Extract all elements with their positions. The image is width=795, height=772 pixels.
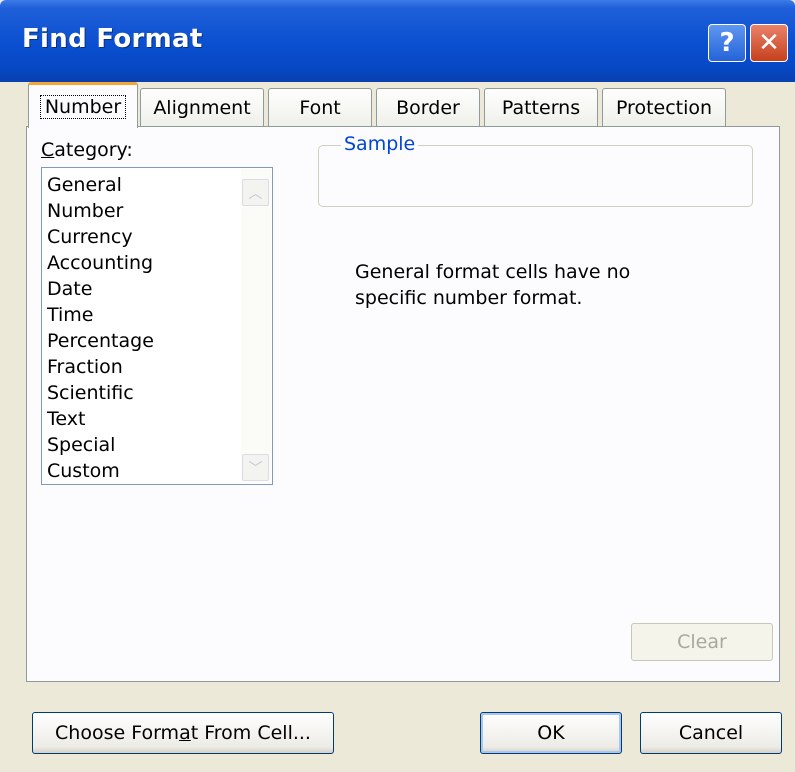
close-icon: ✕ bbox=[758, 28, 780, 58]
list-item[interactable]: Fraction bbox=[47, 354, 154, 380]
format-description: General format cells have no specific nu… bbox=[355, 261, 631, 309]
list-item[interactable]: Date bbox=[47, 276, 154, 302]
category-scrollbar[interactable]: ︿ ﹀ bbox=[241, 169, 271, 483]
help-icon: ? bbox=[719, 28, 735, 58]
tab-alignment[interactable]: Alignment bbox=[140, 88, 264, 126]
sample-label: Sample bbox=[341, 133, 419, 155]
list-item[interactable]: Custom bbox=[47, 458, 154, 484]
clear-button[interactable]: Clear bbox=[631, 623, 773, 661]
tab-label: Number bbox=[39, 94, 127, 119]
choose-format-from-cell-button[interactable]: Choose Format From Cell... bbox=[32, 712, 334, 754]
list-item[interactable]: Currency bbox=[47, 224, 154, 250]
help-button[interactable]: ? bbox=[708, 24, 746, 62]
chevron-up-icon: ︿ bbox=[248, 185, 263, 202]
window-title: Find Format bbox=[22, 24, 203, 54]
list-item[interactable]: Accounting bbox=[47, 250, 154, 276]
scroll-up-button[interactable]: ︿ bbox=[242, 179, 269, 206]
list-item[interactable]: Scientific bbox=[47, 380, 154, 406]
category-listbox[interactable]: General Number Currency Accounting Date … bbox=[41, 167, 273, 485]
tab-number[interactable]: Number bbox=[28, 82, 138, 128]
chevron-down-icon: ﹀ bbox=[248, 460, 263, 477]
button-label: Choose Format From Cell... bbox=[55, 722, 311, 744]
ok-button[interactable]: OK bbox=[480, 712, 622, 754]
tab-label: Alignment bbox=[153, 96, 251, 119]
close-button[interactable]: ✕ bbox=[750, 24, 788, 62]
category-list: General Number Currency Accounting Date … bbox=[47, 172, 154, 484]
list-item[interactable]: Number bbox=[47, 198, 154, 224]
list-item[interactable]: Special bbox=[47, 432, 154, 458]
tab-label: Patterns bbox=[501, 96, 581, 119]
list-item[interactable]: Time bbox=[47, 302, 154, 328]
scroll-down-button[interactable]: ﹀ bbox=[242, 454, 269, 481]
tab-label: Font bbox=[299, 96, 341, 119]
list-item[interactable]: Text bbox=[47, 406, 154, 432]
title-bar: Find Format ? ✕ bbox=[0, 0, 795, 82]
cancel-button[interactable]: Cancel bbox=[640, 712, 782, 754]
tab-font[interactable]: Font bbox=[268, 88, 372, 126]
tab-border[interactable]: Border bbox=[376, 88, 480, 126]
list-item[interactable]: Percentage bbox=[47, 328, 154, 354]
list-item[interactable]: General bbox=[47, 172, 154, 198]
tab-patterns[interactable]: Patterns bbox=[484, 88, 598, 126]
tab-label: Protection bbox=[615, 96, 713, 119]
tab-protection[interactable]: Protection bbox=[602, 88, 726, 126]
number-tab-panel: Category: General Number Currency Accoun… bbox=[26, 126, 780, 682]
tab-label: Border bbox=[396, 96, 460, 119]
category-label: Category: bbox=[41, 139, 133, 161]
